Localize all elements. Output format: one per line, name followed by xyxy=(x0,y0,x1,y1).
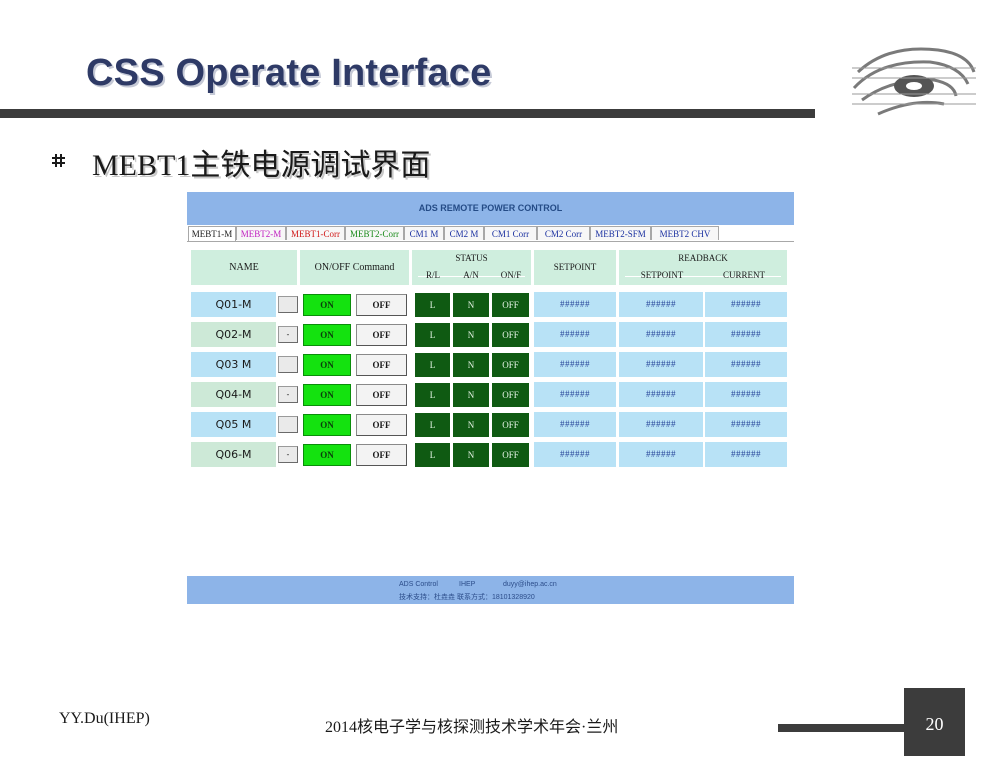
setpoint-field[interactable]: ###### xyxy=(534,442,616,467)
tab-cm1-corr[interactable]: CM1 Corr xyxy=(484,226,537,240)
slide-title: CSS Operate Interface xyxy=(86,52,492,94)
setpoint-field[interactable]: ###### xyxy=(534,352,616,377)
off-button[interactable]: OFF xyxy=(356,384,407,406)
setpoint-field[interactable]: ###### xyxy=(534,292,616,317)
on-button[interactable]: ON xyxy=(303,384,351,406)
header-command: ON/OFF Command xyxy=(300,250,409,285)
header-rb-setpoint: SETPOINT xyxy=(640,270,684,280)
status-remote-local: L xyxy=(415,383,450,407)
tab-mebt1-corr[interactable]: MEBT1-Corr xyxy=(286,226,345,240)
off-button[interactable]: OFF xyxy=(356,354,407,376)
tab-mebt2-sfm[interactable]: MEBT2-SFM xyxy=(590,226,651,240)
author-footer: YY.Du(IHEP) xyxy=(59,710,150,727)
magnet-name: Q01-M xyxy=(191,292,276,317)
off-button[interactable]: OFF xyxy=(356,414,407,436)
header-rl: R/L xyxy=(425,270,440,280)
readback-current: ###### xyxy=(705,412,787,437)
app-footer: ADS Control IHEP duyy@ihep.ac.cn 技术支持：杜垚… xyxy=(187,576,794,604)
footer-email: duyy@ihep.ac.cn xyxy=(503,581,557,588)
tab-cm2-corr[interactable]: CM2 Corr xyxy=(537,226,590,240)
header-readback: READBACK xyxy=(678,253,728,263)
readback-current: ###### xyxy=(705,352,787,377)
status-on-off: OFF xyxy=(492,383,529,407)
detail-button[interactable] xyxy=(278,296,298,313)
magnet-name: Q05 M xyxy=(191,412,276,437)
status-on-off: OFF xyxy=(492,443,529,467)
on-button[interactable]: ON xyxy=(303,294,351,316)
status-remote-local: L xyxy=(415,353,450,377)
detail-button[interactable] xyxy=(278,356,298,373)
magnet-name: Q03 M xyxy=(191,352,276,377)
status-remote-local: L xyxy=(415,443,450,467)
detail-button[interactable] xyxy=(278,416,298,433)
readback-current: ###### xyxy=(705,382,787,407)
readback-setpoint: ###### xyxy=(619,322,703,347)
footer-divider xyxy=(778,724,904,732)
magnet-name: Q02-M xyxy=(191,322,276,347)
header-rb-current: CURRENT xyxy=(722,270,765,280)
status-auto-normal: N xyxy=(453,383,489,407)
on-button[interactable]: ON xyxy=(303,414,351,436)
readback-current: ###### xyxy=(705,322,787,347)
tab-bar: MEBT1-M MEBT2-M MEBT1-Corr MEBT2-Corr CM… xyxy=(187,225,794,242)
magnet-name: Q04-M xyxy=(191,382,276,407)
header-an: A/N xyxy=(463,270,479,280)
slide-heading: MEBT1主铁电源调试界面 xyxy=(92,149,431,182)
detail-button[interactable]: - xyxy=(278,326,298,343)
on-button[interactable]: ON xyxy=(303,354,351,376)
status-on-off: OFF xyxy=(492,323,529,347)
tab-cm2-m[interactable]: CM2 M xyxy=(444,226,484,240)
conference-footer: 2014核电子学与核探测技术学术年会·兰州 xyxy=(325,719,619,736)
off-button[interactable]: OFF xyxy=(356,444,407,466)
status-on-off: OFF xyxy=(492,293,529,317)
tab-mebt2-m[interactable]: MEBT2-M xyxy=(236,226,286,240)
title-divider xyxy=(0,109,815,118)
magnet-name: Q06-M xyxy=(191,442,276,467)
detail-button[interactable]: - xyxy=(278,386,298,403)
status-remote-local: L xyxy=(415,293,450,317)
status-remote-local: L xyxy=(415,323,450,347)
readback-current: ###### xyxy=(705,292,787,317)
header-readback-group: READBACK SETPOINT CURRENT xyxy=(619,250,787,285)
status-auto-normal: N xyxy=(453,293,489,317)
status-auto-normal: N xyxy=(453,413,489,437)
status-on-off: OFF xyxy=(492,353,529,377)
on-button[interactable]: ON xyxy=(303,324,351,346)
tab-cm1-m[interactable]: CM1 M xyxy=(404,226,444,240)
ihep-logo-icon xyxy=(852,47,976,116)
readback-setpoint: ###### xyxy=(619,292,703,317)
status-auto-normal: N xyxy=(453,443,489,467)
readback-setpoint: ###### xyxy=(619,442,703,467)
status-on-off: OFF xyxy=(492,413,529,437)
footer-org: ADS Control xyxy=(399,581,438,588)
header-status: STATUS xyxy=(455,253,488,263)
header-name: NAME xyxy=(191,250,297,285)
header-onf: ON/F xyxy=(500,270,522,280)
off-button[interactable]: OFF xyxy=(356,294,407,316)
footer-institute: IHEP xyxy=(459,581,476,588)
readback-setpoint: ###### xyxy=(619,412,703,437)
tab-mebt1-m[interactable]: MEBT1-M xyxy=(188,226,236,241)
off-button[interactable]: OFF xyxy=(356,324,407,346)
footer-support: 技术支持：杜垚垚 联系方式：18101328920 xyxy=(399,594,535,601)
readback-setpoint: ###### xyxy=(619,352,703,377)
app-title: ADS REMOTE POWER CONTROL xyxy=(187,192,794,225)
setpoint-field[interactable]: ###### xyxy=(534,412,616,437)
tab-mebt2-corr[interactable]: MEBT2-Corr xyxy=(345,226,404,240)
app-window: ADS REMOTE POWER CONTROL MEBT1-M MEBT2-M… xyxy=(187,192,794,604)
setpoint-field[interactable]: ###### xyxy=(534,382,616,407)
setpoint-field[interactable]: ###### xyxy=(534,322,616,347)
readback-setpoint: ###### xyxy=(619,382,703,407)
hash-bullet-icon xyxy=(52,154,65,167)
on-button[interactable]: ON xyxy=(303,444,351,466)
status-auto-normal: N xyxy=(453,353,489,377)
tab-mebt2-chv[interactable]: MEBT2 CHV xyxy=(651,226,719,240)
detail-button[interactable]: - xyxy=(278,446,298,463)
header-setpoint: SETPOINT xyxy=(534,250,616,285)
page-number: 20 xyxy=(904,688,965,756)
header-status-group: STATUS R/L A/N ON/F xyxy=(412,250,531,285)
status-remote-local: L xyxy=(415,413,450,437)
status-auto-normal: N xyxy=(453,323,489,347)
readback-current: ###### xyxy=(705,442,787,467)
